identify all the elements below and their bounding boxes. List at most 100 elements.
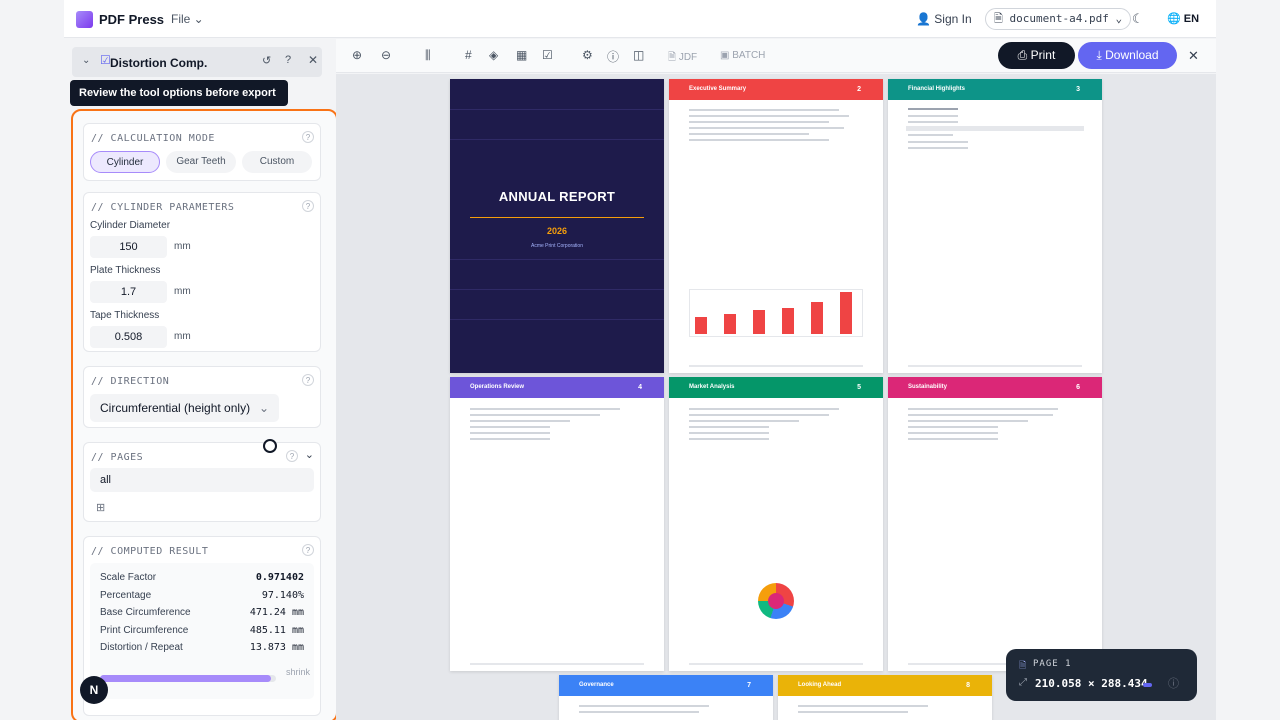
info-icon[interactable]: ⓘ <box>1168 675 1179 691</box>
viewer-toolbar: ⊕ ⊖ ⫼ # ◈ ▦ ☑ ⚙ ⓘ ◫ 🗎 JDF ▣ BATCH ⎙ Prin… <box>336 39 1216 73</box>
cylinder-parameters-card: // CYLINDER PARAMETERS ? Cylinder Diamet… <box>83 192 321 352</box>
file-menu[interactable]: File ⌄ <box>171 12 204 26</box>
batch-button[interactable]: ▣ BATCH <box>720 50 765 61</box>
text-line <box>908 426 998 428</box>
file-icon: 🗎 <box>994 12 1003 25</box>
cover-title: ANNUAL REPORT <box>498 189 616 204</box>
settings-icon[interactable]: ⚙ <box>582 48 593 62</box>
file-icon: 🗎 <box>1019 660 1027 670</box>
close-icon[interactable]: ✕ <box>1188 48 1199 64</box>
plate-unit: mm <box>174 286 191 297</box>
cover-rule <box>450 259 664 260</box>
mini-bar <box>840 292 852 334</box>
page-thumbnail-1[interactable]: ANNUAL REPORT 2026 Acme Print Corporatio… <box>450 79 664 373</box>
tool-panel: ⌄ ☑ ↺ ? ✕ Distortion Comp. Review the to… <box>64 39 338 720</box>
direction-select[interactable]: Circumferential (height only) ⌄ <box>90 394 279 422</box>
mode-cylinder-button[interactable]: Cylinder <box>90 151 160 173</box>
help-icon[interactable]: ? <box>302 374 314 386</box>
n-badge[interactable]: N <box>80 676 108 704</box>
page-header: Operations Review 4 <box>450 377 664 398</box>
help-icon[interactable]: ? <box>302 131 314 143</box>
scale-bar-fill <box>100 675 271 682</box>
info-icon[interactable]: ⓘ <box>607 48 619 65</box>
text-line <box>579 711 699 713</box>
page-thumbnail-6[interactable]: Sustainability 6 <box>888 377 1102 671</box>
page-thumbnail-7[interactable]: Governance 7 <box>559 675 773 720</box>
columns-icon[interactable]: ⫼ <box>425 48 431 63</box>
expand-chevron-icon[interactable]: ⌄ <box>305 448 314 461</box>
page-grid-icon[interactable]: ⊞ <box>96 501 105 514</box>
help-icon[interactable]: ? <box>286 450 298 462</box>
language-selector[interactable]: 🌐 EN <box>1167 12 1199 25</box>
zoom-out-icon[interactable]: ⊖ <box>381 48 391 62</box>
plate-label: Plate Thickness <box>90 265 161 276</box>
diameter-input[interactable]: 150 <box>90 236 167 258</box>
page-thumbnail-8[interactable]: Looking Ahead 8 <box>778 675 992 720</box>
grid-icon[interactable]: ▦ <box>516 48 527 62</box>
zoom-in-icon[interactable]: ⊕ <box>352 48 362 62</box>
tooltip: Review the tool options before export <box>70 80 288 106</box>
calc-mode-title: // CALCULATION MODE <box>91 133 215 144</box>
text-line <box>908 438 998 440</box>
pages-card: // PAGES ? ⌄ all ⊞ <box>83 442 321 522</box>
mode-gear-teeth-button[interactable]: Gear Teeth <box>166 151 236 173</box>
text-line <box>470 414 600 416</box>
tape-label: Tape Thickness <box>90 310 160 321</box>
collapse-chevron-icon[interactable]: ⌄ <box>82 55 90 66</box>
download-icon: ⤓ <box>1096 48 1102 62</box>
computed-result-card: // COMPUTED RESULT ? Scale Factor 0.97140… <box>83 536 321 716</box>
text-line <box>908 432 998 434</box>
layers-icon[interactable]: ◈ <box>489 48 498 62</box>
result-row: Scale Factor 0.971402 <box>100 572 304 583</box>
top-bar: PDF Press File ⌄ 👤 Sign In 🗎 document-a4… <box>64 0 1216 38</box>
jdf-button[interactable]: 🗎 JDF <box>668 50 697 67</box>
tape-unit: mm <box>174 331 191 342</box>
help-icon[interactable]: ? <box>302 544 314 556</box>
text-line <box>689 432 769 434</box>
text-line <box>470 420 570 422</box>
plate-input[interactable]: 1.7 <box>90 281 167 303</box>
text-line <box>689 127 844 129</box>
text-line <box>470 432 550 434</box>
result-box: Scale Factor 0.971402 Percentage 97.140% B… <box>90 563 314 699</box>
page-thumbnail-4[interactable]: Operations Review 4 <box>450 377 664 671</box>
page-header: Governance 7 <box>559 675 773 696</box>
mini-pie-center <box>768 593 784 609</box>
help-icon[interactable]: ? <box>285 54 291 66</box>
mini-chart <box>689 289 863 337</box>
page-thumbnail-5[interactable]: Market Analysis 5 <box>669 377 883 671</box>
pages-title: // PAGES <box>91 452 144 463</box>
dark-mode-icon[interactable]: ☾ <box>1132 11 1144 27</box>
mini-bar <box>695 317 707 334</box>
text-line <box>908 134 953 136</box>
mini-bar <box>753 310 765 334</box>
split-icon[interactable]: ◫ <box>633 48 644 62</box>
mini-bar <box>724 314 736 334</box>
reset-icon[interactable]: ↺ <box>262 54 271 67</box>
page-color-swatch <box>1143 683 1152 687</box>
tape-input[interactable]: 0.508 <box>90 326 167 348</box>
check-icon[interactable]: ☑ <box>542 48 553 62</box>
page-header: Sustainability 6 <box>888 377 1102 398</box>
result-row: Base Circumference 471.24 mm <box>100 607 304 618</box>
result-row: Print Circumference 485.11 mm <box>100 625 304 636</box>
chevron-down-icon: ⌄ <box>258 401 269 415</box>
sign-in-button[interactable]: 👤 Sign In <box>916 12 972 26</box>
document-selector[interactable]: 🗎 document-a4.pdf ⌄ <box>985 8 1132 30</box>
help-icon[interactable]: ? <box>302 200 314 212</box>
text-line <box>908 121 958 123</box>
mini-bar <box>782 308 794 334</box>
text-line <box>908 147 968 149</box>
hash-icon[interactable]: # <box>465 48 472 62</box>
page-thumbnail-3[interactable]: Financial Highlights 3 <box>888 79 1102 373</box>
text-line <box>689 408 839 410</box>
mode-custom-button[interactable]: Custom <box>242 151 312 173</box>
download-button[interactable]: ⤓ Download <box>1078 42 1177 69</box>
page-footer <box>908 365 1082 367</box>
close-panel-icon[interactable]: ✕ <box>308 53 318 67</box>
text-line <box>689 133 809 135</box>
page-thumbnail-2[interactable]: Executive Summary 2 <box>669 79 883 373</box>
pages-input[interactable]: all <box>90 468 314 492</box>
page-footer <box>689 663 863 665</box>
print-button[interactable]: ⎙ Print <box>998 42 1075 69</box>
